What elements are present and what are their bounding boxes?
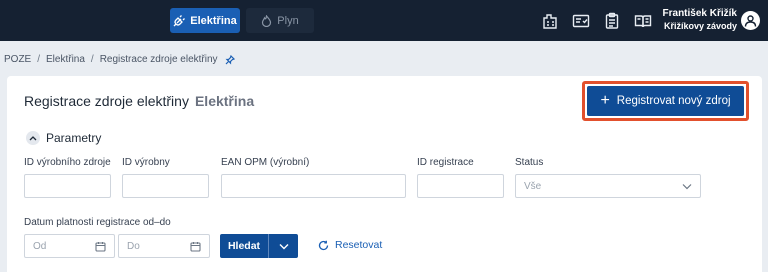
building-icon[interactable] [541, 12, 559, 30]
date-to-placeholder: Do [127, 240, 140, 252]
plug-icon [173, 14, 186, 26]
registration-id-label: ID registrace [417, 157, 474, 168]
chevron-down-icon [279, 243, 288, 249]
pin-icon[interactable] [225, 54, 235, 65]
plus-icon: + [600, 92, 610, 109]
ean-label: EAN OPM (výrobní) [221, 157, 310, 168]
user-name: František Křižík [662, 8, 737, 19]
registration-id-input[interactable] [417, 174, 504, 198]
source-id-label: ID výrobního zdroje [24, 157, 111, 168]
register-new-source-button[interactable]: + Registrovat nový zdroj [587, 86, 744, 116]
status-value: Vše [524, 180, 542, 192]
top-bar: Elektřina Plyn František Křižík Křižíkov… [0, 0, 768, 41]
search-button-group: Hledat [220, 234, 298, 258]
date-to-input[interactable]: Do [118, 234, 210, 258]
plant-id-label: ID výrobny [122, 157, 170, 168]
chevron-down-icon [682, 184, 692, 190]
page-subtitle: Elektřina [194, 93, 255, 109]
book-icon[interactable] [634, 12, 652, 30]
search-options-button[interactable] [269, 243, 298, 250]
date-from-input[interactable]: Od [24, 234, 115, 258]
plant-id-input[interactable] [122, 174, 209, 198]
calendar-icon[interactable] [95, 241, 106, 252]
user-icon [744, 15, 757, 27]
status-select[interactable]: Vše [515, 174, 701, 198]
refresh-icon [318, 240, 329, 250]
clipboard-icon[interactable] [603, 12, 621, 30]
chevron-up-icon [26, 131, 40, 145]
flame-icon [262, 14, 272, 27]
validity-label: Datum platnosti registrace od–do [24, 217, 171, 228]
tab-plyn-label: Plyn [277, 14, 299, 27]
reset-button[interactable]: Resetovat [318, 239, 382, 251]
reset-label: Resetovat [335, 239, 383, 251]
parameters-section-toggle[interactable]: Parametry [26, 131, 101, 145]
tab-elektrina-label: Elektřina [190, 14, 237, 27]
page-title: Registrace zdroje elektřiny Elektřina [24, 93, 254, 109]
breadcrumb-poze[interactable]: POZE [4, 54, 31, 65]
page-title-text: Registrace zdroje elektřiny [24, 93, 189, 109]
certificate-icon[interactable] [572, 12, 590, 30]
avatar[interactable] [741, 11, 760, 30]
user-company: Křižíkovy závody [663, 21, 737, 31]
source-id-input[interactable] [24, 174, 111, 198]
breadcrumb-elektrina[interactable]: Elektřina [46, 54, 85, 65]
tab-elektrina[interactable]: Elektřina [170, 8, 240, 33]
calendar-icon[interactable] [190, 241, 201, 252]
user-info[interactable]: František Křižík Křižíkovy závody [663, 8, 737, 32]
breadcrumb: POZE / Elektřina / Registrace zdroje ele… [4, 54, 235, 65]
breadcrumb-current: Registrace zdroje elektřiny [99, 54, 218, 65]
breadcrumb-separator: / [37, 54, 41, 65]
date-from-placeholder: Od [33, 240, 47, 252]
main-card: Registrace zdroje elektřiny Elektřina + R… [7, 76, 762, 272]
parameters-section-title: Parametry [46, 131, 102, 145]
ean-input[interactable] [221, 174, 406, 198]
breadcrumb-separator: / [90, 54, 94, 65]
status-label: Status [515, 157, 544, 168]
register-button-label: Registrovat nový zdroj [616, 95, 731, 107]
search-button[interactable]: Hledat [220, 240, 268, 252]
tab-plyn[interactable]: Plyn [246, 8, 314, 33]
